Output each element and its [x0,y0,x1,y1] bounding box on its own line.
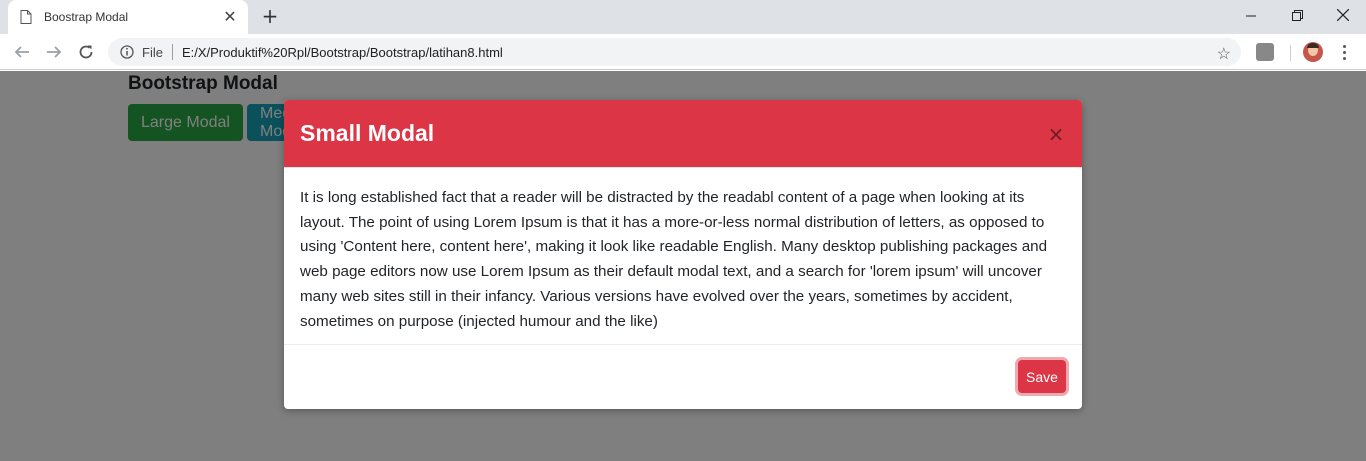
browser-menu-icon[interactable] [1336,43,1352,61]
restore-button[interactable] [1274,0,1320,30]
reload-icon [79,45,93,59]
forward-button[interactable] [43,41,65,63]
toolbar-separator [1290,45,1291,61]
modal-body-text: It is long established fact that a reade… [300,189,1048,330]
save-button[interactable]: Save [1018,360,1066,393]
reload-button[interactable] [75,41,97,63]
close-window-button[interactable] [1320,0,1366,30]
back-button[interactable] [11,41,33,63]
url-text[interactable]: E:/X/Produktif%20Rpl/Bootstrap/Bootstrap… [182,45,503,60]
profile-avatar[interactable] [1303,42,1323,62]
info-icon [120,45,134,59]
modal-title: Small Modal [300,120,435,146]
file-label: File [142,44,163,60]
modal-body: It is long established fact that a reade… [284,168,1082,345]
forward-arrow-icon [47,46,62,58]
close-icon [1337,9,1349,21]
browser-toolbar: File E:/X/Produktif%20Rpl/Bootstrap/Boot… [0,34,1366,70]
address-separator [171,44,173,60]
modal-footer: Save [284,345,1082,409]
modal-header: Small Modal × [284,100,1082,168]
restore-icon [1291,9,1303,21]
modal-close-button[interactable]: × [1046,122,1066,146]
browser-tab[interactable]: Boostrap Modal ✕ [8,0,248,34]
address-bar[interactable]: File E:/X/Produktif%20Rpl/Bootstrap/Boot… [108,38,1241,66]
tab-strip: Boostrap Modal ✕ + [0,0,1366,34]
extension-icon[interactable] [1256,43,1274,61]
minimize-button[interactable] [1228,0,1274,30]
new-tab-button[interactable]: + [260,6,280,26]
avatar-hair [1307,43,1319,48]
bookmark-star-icon[interactable]: ☆ [1217,44,1231,64]
back-arrow-icon [14,46,29,58]
tab-close-icon[interactable]: ✕ [222,9,238,25]
document-icon [20,10,32,24]
small-modal: Small Modal × It is long established fac… [284,100,1082,409]
tab-title: Boostrap Modal [44,10,129,24]
minimize-icon [1245,15,1256,16]
